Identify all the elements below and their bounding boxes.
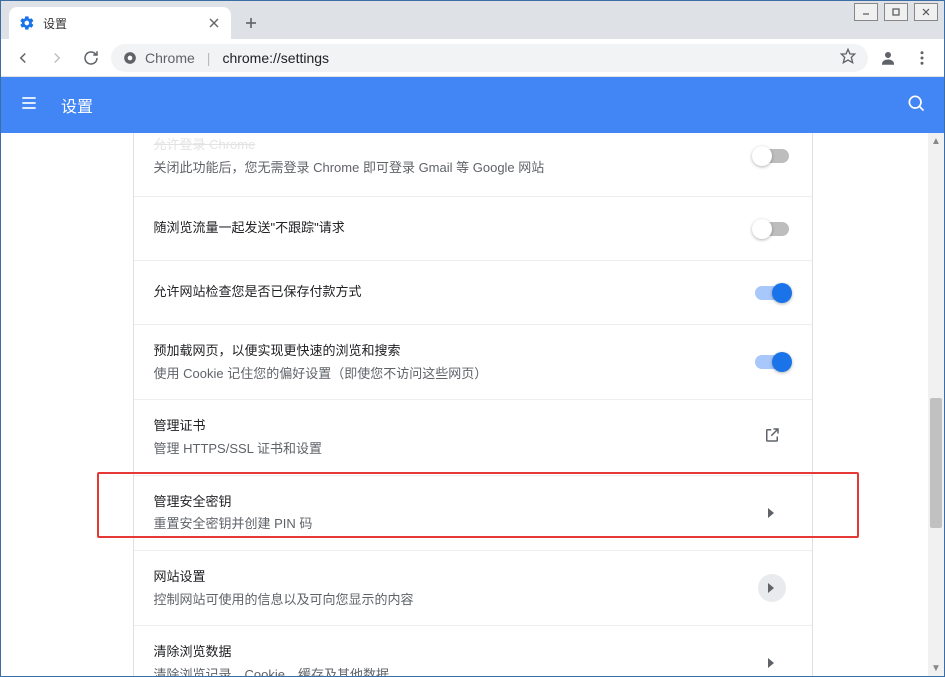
row-site-settings[interactable]: 网站设置 控制网站可使用的信息以及可向您显示的内容: [134, 550, 812, 625]
row-preload-pages[interactable]: 预加载网页，以便实现更快速的浏览和搜索 使用 Cookie 记住您的偏好设置（即…: [134, 324, 812, 399]
browser-toolbar: Chrome | chrome://settings: [1, 39, 944, 77]
row-clear-browsing-data[interactable]: 清除浏览数据 清除浏览记录、Cookie、缓存及其他数据: [134, 625, 812, 676]
scrollbar-thumb[interactable]: [930, 398, 942, 528]
toggle-payment[interactable]: [755, 286, 789, 300]
minimize-button[interactable]: [854, 3, 878, 21]
row-subtitle: 重置安全密钥并创建 PIN 码: [154, 514, 752, 534]
window-controls: [854, 3, 938, 21]
appbar-title: 设置: [61, 93, 93, 117]
close-tab-icon[interactable]: [207, 16, 221, 30]
row-subtitle: 清除浏览记录、Cookie、缓存及其他数据: [154, 665, 752, 676]
chevron-right-icon: [758, 574, 786, 602]
chrome-icon: [123, 51, 137, 65]
row-title: 预加载网页，以便实现更快速的浏览和搜索: [154, 341, 752, 362]
row-subtitle: 控制网站可使用的信息以及可向您显示的内容: [154, 590, 752, 610]
row-title: 随浏览流量一起发送"不跟踪"请求: [154, 218, 752, 239]
window-frame: 设置 Chrome | chrome://settings: [0, 0, 945, 677]
row-manage-security-keys[interactable]: 管理安全密钥 重置安全密钥并创建 PIN 码: [134, 475, 812, 550]
chevron-right-icon: [768, 658, 776, 668]
row-allow-chrome-signin[interactable]: 允许登录 Chrome 关闭此功能后，您无需登录 Chrome 即可登录 Gma…: [134, 133, 812, 196]
reload-button[interactable]: [77, 44, 105, 72]
maximize-button[interactable]: [884, 3, 908, 21]
scroll-up-icon[interactable]: ▲: [928, 133, 944, 149]
forward-button[interactable]: [43, 44, 71, 72]
scroll-down-icon[interactable]: ▼: [928, 660, 944, 676]
chevron-right-icon: [768, 508, 776, 518]
menu-button[interactable]: [908, 44, 936, 72]
hamburger-icon[interactable]: [19, 93, 39, 118]
row-title: 允许网站检查您是否已保存付款方式: [154, 282, 752, 303]
row-subtitle: 关闭此功能后，您无需登录 Chrome 即可登录 Gmail 等 Google …: [154, 158, 752, 178]
tab-title: 设置: [43, 15, 207, 32]
privacy-settings-card: 允许登录 Chrome 关闭此功能后，您无需登录 Chrome 即可登录 Gma…: [133, 133, 813, 676]
row-title: 管理安全密钥: [154, 492, 752, 513]
url-path: chrome://settings: [222, 50, 329, 66]
toggle-dnt[interactable]: [755, 222, 789, 236]
close-window-button[interactable]: [914, 3, 938, 21]
row-manage-certificates[interactable]: 管理证书 管理 HTTPS/SSL 证书和设置: [134, 399, 812, 474]
row-do-not-track[interactable]: 随浏览流量一起发送"不跟踪"请求: [134, 196, 812, 260]
address-bar[interactable]: Chrome | chrome://settings: [111, 44, 868, 72]
open-external-icon: [763, 426, 781, 449]
row-title: 管理证书: [154, 416, 752, 437]
profile-button[interactable]: [874, 44, 902, 72]
toggle-allow-signin[interactable]: [755, 149, 789, 163]
row-title: 清除浏览数据: [154, 642, 752, 663]
browser-tab-settings[interactable]: 设置: [9, 7, 231, 39]
back-button[interactable]: [9, 44, 37, 72]
row-subtitle: 使用 Cookie 记住您的偏好设置（即使您不访问这些网页）: [154, 364, 752, 384]
new-tab-button[interactable]: [237, 9, 265, 37]
tab-strip: 设置: [1, 1, 944, 39]
row-payment-check[interactable]: 允许网站检查您是否已保存付款方式: [134, 260, 812, 324]
scrollbar[interactable]: ▲ ▼: [928, 133, 944, 676]
gear-icon: [19, 15, 35, 31]
bookmark-star-icon[interactable]: [840, 48, 856, 67]
row-subtitle: 管理 HTTPS/SSL 证书和设置: [154, 439, 752, 459]
toggle-preload[interactable]: [755, 355, 789, 369]
search-icon[interactable]: [906, 93, 926, 118]
url-scheme: Chrome: [145, 50, 195, 66]
content-area: 允许登录 Chrome 关闭此功能后，您无需登录 Chrome 即可登录 Gma…: [1, 133, 944, 676]
settings-appbar: 设置: [1, 77, 944, 133]
row-title: 网站设置: [154, 567, 752, 588]
